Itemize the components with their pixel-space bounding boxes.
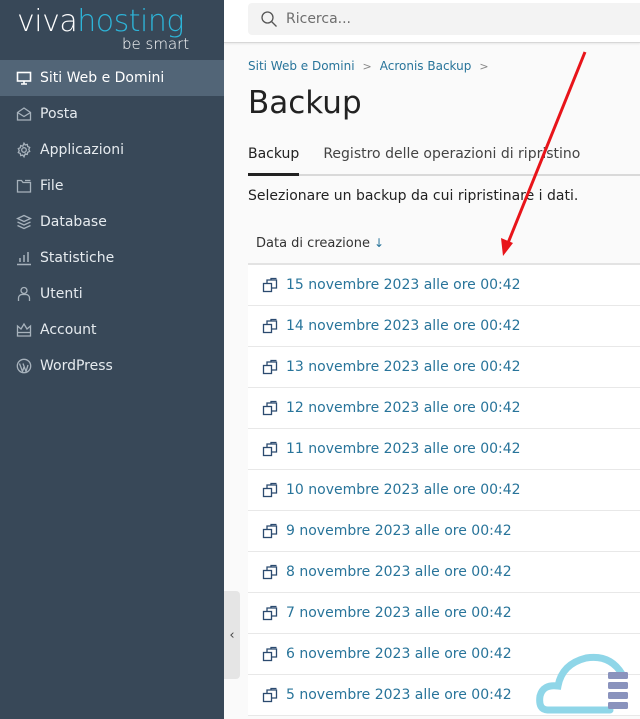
brand-name-part2: hosting [77,4,184,39]
top-header [224,0,640,43]
sidebar-collapse-button[interactable]: ‹ [224,591,240,679]
search-box[interactable] [248,3,640,35]
breadcrumb: Siti Web e Domini > Acronis Backup > [248,59,497,73]
wordpress-icon [16,358,32,374]
backup-link[interactable]: 14 novembre 2023 alle ore 00:42 [286,318,521,334]
backup-restore-icon [262,605,278,621]
sidebar-item-label: Statistiche [40,250,115,266]
sidebar-item-label: Database [40,214,107,230]
sidebar-item-label: File [40,178,64,194]
sidebar-item-account[interactable]: Account [0,312,224,348]
page-description: Selezionare un backup da cui ripristinar… [248,188,579,204]
search-input[interactable] [286,11,586,27]
backup-link[interactable]: 10 novembre 2023 alle ore 00:42 [286,482,521,498]
sidebar-item-label: Account [40,322,97,338]
table-row: 14 novembre 2023 alle ore 00:42 [248,306,640,347]
sidebar-item-database[interactable]: Database [0,204,224,240]
table-row: 9 novembre 2023 alle ore 00:42 [248,511,640,552]
backup-link[interactable]: 15 novembre 2023 alle ore 00:42 [286,277,521,293]
sort-down-icon[interactable]: ↓ [374,236,384,250]
backup-link[interactable]: 11 novembre 2023 alle ore 00:42 [286,441,521,457]
page-title: Backup [248,85,362,121]
user-icon [16,286,32,302]
layers-icon [16,214,32,230]
breadcrumb-separator: > [362,59,372,73]
backup-restore-icon [262,359,278,375]
table-row: 13 novembre 2023 alle ore 00:42 [248,347,640,388]
breadcrumb-siti-web-e-domini[interactable]: Siti Web e Domini [248,59,355,73]
table-row: 15 novembre 2023 alle ore 00:42 [248,265,640,306]
backup-link[interactable]: 12 novembre 2023 alle ore 00:42 [286,400,521,416]
sidebar-item-utenti[interactable]: Utenti [0,276,224,312]
backup-table: Data di creazione ↓ 15 novembre 2023 all… [248,223,640,716]
sidebar-item-label: Utenti [40,286,83,302]
sidebar-item-applicazioni[interactable]: Applicazioni [0,132,224,168]
sidebar-item-label: Posta [40,106,78,122]
backup-link[interactable]: 7 novembre 2023 alle ore 00:42 [286,605,512,621]
gear-icon [16,142,32,158]
table-row: 7 novembre 2023 alle ore 00:42 [248,593,640,634]
brand-tagline: be smart [122,35,190,53]
backup-link[interactable]: 8 novembre 2023 alle ore 00:42 [286,564,512,580]
backup-restore-icon [262,318,278,334]
backup-link[interactable]: 5 novembre 2023 alle ore 00:42 [286,687,512,703]
breadcrumb-acronis-backup[interactable]: Acronis Backup [380,59,472,73]
cloud-chat-widget[interactable] [536,648,640,719]
search-icon [261,11,277,27]
sidebar-item-posta[interactable]: Posta [0,96,224,132]
breadcrumb-separator: > [479,59,489,73]
sidebar-item-statistiche[interactable]: Statistiche [0,240,224,276]
table-row: 11 novembre 2023 alle ore 00:42 [248,429,640,470]
column-header-label: Data di creazione [256,235,370,251]
tabs: Backup Registro delle operazioni di ripr… [248,146,640,176]
backup-link[interactable]: 9 novembre 2023 alle ore 00:42 [286,523,512,539]
backup-restore-icon [262,277,278,293]
bar-chart-icon [16,250,32,266]
sidebar-item-file[interactable]: File [0,168,224,204]
table-row: 10 novembre 2023 alle ore 00:42 [248,470,640,511]
sidebar-item-siti-web-e-domini[interactable]: Siti Web e Domini [0,60,224,96]
monitor-icon [16,70,32,86]
backup-restore-icon [262,400,278,416]
sidebar-item-label: Siti Web e Domini [40,70,165,86]
backup-link[interactable]: 6 novembre 2023 alle ore 00:42 [286,646,512,662]
chevron-left-icon: ‹ [229,627,235,643]
cloud-server-icon [536,653,628,714]
column-header-data-creazione[interactable]: Data di creazione ↓ [248,223,640,265]
sidebar-item-label: Applicazioni [40,142,124,158]
table-row: 12 novembre 2023 alle ore 00:42 [248,388,640,429]
backup-link[interactable]: 13 novembre 2023 alle ore 00:42 [286,359,521,375]
table-row: 8 novembre 2023 alle ore 00:42 [248,552,640,593]
sidebar-item-wordpress[interactable]: WordPress [0,348,224,384]
backup-restore-icon [262,564,278,580]
crown-icon [16,322,32,338]
brand-name-part1: viva [17,4,78,39]
backup-restore-icon [262,523,278,539]
sidebar: vivahosting be smart Siti Web e Domini P… [0,0,224,719]
brand-logo[interactable]: vivahosting be smart [0,0,224,60]
tab-registro-ripristino[interactable]: Registro delle operazioni di ripristino [323,146,580,174]
folder-icon [16,178,32,194]
sidebar-item-label: WordPress [40,358,113,374]
backup-restore-icon [262,646,278,662]
backup-restore-icon [262,687,278,703]
backup-restore-icon [262,441,278,457]
mail-icon [16,106,32,122]
tab-backup[interactable]: Backup [248,146,300,176]
brand-name: vivahosting [17,4,184,39]
backup-restore-icon [262,482,278,498]
